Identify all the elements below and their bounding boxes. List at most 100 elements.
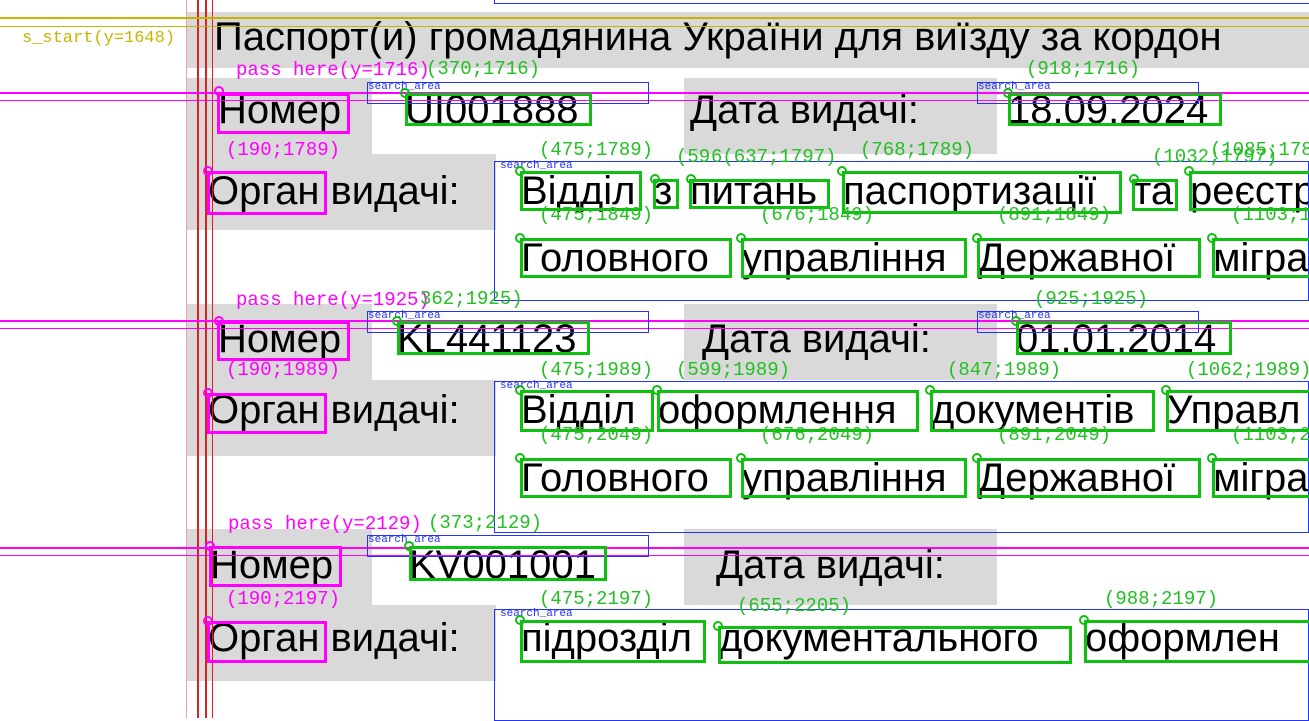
anchor-marker xyxy=(1161,385,1171,395)
coord-annotation: (918;1716) xyxy=(1026,58,1141,80)
coord-annotation: (676;2049) xyxy=(760,424,875,446)
anchor-marker xyxy=(650,174,660,184)
issue-date-label: Дата видачі: xyxy=(690,88,919,132)
coord-annotation: (925;1925) xyxy=(1034,288,1149,310)
anchor-marker xyxy=(1003,88,1013,98)
word-detection-box xyxy=(1008,93,1222,126)
anchor-marker xyxy=(1207,453,1217,463)
word-detection-box xyxy=(409,546,607,581)
coord-annotation: (599;1989) xyxy=(676,359,791,381)
word-detection-box xyxy=(520,620,706,663)
anchor-marker xyxy=(205,541,215,551)
word-detection-box xyxy=(1132,179,1178,211)
anchor-marker xyxy=(214,316,224,326)
anchor-marker xyxy=(1129,174,1139,184)
word-detection-box xyxy=(405,93,592,126)
anchor-marker xyxy=(515,615,525,625)
anchor-marker xyxy=(515,233,525,243)
pass-label: pass here(y=1925) xyxy=(236,289,430,311)
anchor-marker xyxy=(404,541,414,551)
coord-annotation: (475;1989) xyxy=(539,359,654,381)
word-detection-box xyxy=(718,626,1072,664)
word-detection-box xyxy=(397,321,590,355)
word-detection-box xyxy=(1016,321,1232,355)
coord-annotation: (847;1989) xyxy=(947,359,1062,381)
coord-annotation: (891;1849) xyxy=(997,204,1112,226)
anchor-marker xyxy=(1079,615,1089,625)
coord-annotation: (1103;2 xyxy=(1231,424,1309,446)
anchor-marker xyxy=(515,166,525,176)
coord-annotation: (190;1789) xyxy=(226,139,341,161)
coord-annotation: (475;2197) xyxy=(539,588,654,610)
top-border-line xyxy=(494,0,1309,4)
anchor-marker xyxy=(736,453,746,463)
start-label: s_start(y=1648) xyxy=(22,29,176,48)
search-area-label: search_area xyxy=(978,81,1051,93)
word-detection-box xyxy=(977,458,1201,498)
anchor-marker xyxy=(1207,233,1217,243)
coord-annotation: (59 xyxy=(676,146,711,168)
search-area-label: search_area xyxy=(500,608,573,620)
coord-annotation: (190;2197) xyxy=(226,588,341,610)
anchor-marker xyxy=(972,453,982,463)
word-detection-box xyxy=(520,458,732,498)
anchor-marker xyxy=(1011,316,1021,326)
word-detection-box xyxy=(1212,238,1309,278)
coord-annotation: (676;1849) xyxy=(760,204,875,226)
word-detection-box xyxy=(741,458,967,498)
anchor-marker xyxy=(203,388,213,398)
coord-annotation: (475;1849) xyxy=(539,204,654,226)
anchor-marker xyxy=(652,385,662,395)
coord-annotation: (768;1789) xyxy=(860,139,975,161)
start-guide-line xyxy=(0,17,1309,19)
label-detection-box xyxy=(217,321,350,361)
issue-date-label: Дата видачі: xyxy=(716,543,945,587)
left-guide-line xyxy=(205,0,207,718)
word-detection-box xyxy=(520,238,732,278)
anchor-marker xyxy=(203,166,213,176)
anchor-marker xyxy=(972,233,982,243)
coord-annotation: (988;2197) xyxy=(1104,588,1219,610)
coord-annotation: (475;2049) xyxy=(539,424,654,446)
pass-guide-line xyxy=(0,555,1309,556)
word-detection-box xyxy=(1084,620,1309,663)
coord-annotation: (1085;178 xyxy=(1210,139,1309,161)
pass-label: pass here(y=2129) xyxy=(228,513,422,535)
label-detection-box xyxy=(207,621,327,663)
left-guide-line xyxy=(212,0,213,718)
anchor-marker xyxy=(925,385,935,395)
pass-guide-line xyxy=(0,547,1309,549)
anchor-marker xyxy=(515,453,525,463)
top-border-line xyxy=(494,0,495,4)
label-detection-box xyxy=(217,93,350,134)
label-detection-box xyxy=(207,393,327,434)
issue-date-label: Дата видачі: xyxy=(702,317,931,361)
anchor-marker xyxy=(713,621,723,631)
label-detection-box xyxy=(207,171,327,215)
coord-annotation: (891;2049) xyxy=(997,424,1112,446)
anchor-marker xyxy=(686,174,696,184)
anchor-marker xyxy=(214,86,224,96)
word-detection-box xyxy=(977,238,1201,278)
anchor-marker xyxy=(203,616,213,626)
coord-annotation: (1062;1989) xyxy=(1186,359,1309,381)
anchor-marker xyxy=(736,233,746,243)
start-guide-line xyxy=(0,26,1309,27)
label-detection-box xyxy=(209,546,342,587)
coord-annotation: 362;1925) xyxy=(420,288,523,310)
anchor-marker xyxy=(392,316,402,326)
coord-annotation: (373;2129) xyxy=(428,512,543,534)
coord-annotation: (370;1716) xyxy=(426,58,541,80)
coord-annotation: (1103;1 xyxy=(1231,204,1309,226)
pass-label: pass here(y=1716) xyxy=(236,59,430,81)
anchor-marker xyxy=(400,88,410,98)
coord-annotation: 6(637;1797) xyxy=(711,146,837,168)
left-guide-line xyxy=(186,0,187,718)
left-guide-line xyxy=(197,0,199,718)
word-detection-box xyxy=(741,238,967,278)
passport-heading: Паспорт(и) громадянина України для виїзд… xyxy=(214,15,1222,59)
anchor-marker xyxy=(837,166,847,176)
coord-annotation: (475;1789) xyxy=(539,139,654,161)
coord-annotation: (655;2205) xyxy=(737,595,852,617)
word-detection-box xyxy=(1212,458,1309,498)
